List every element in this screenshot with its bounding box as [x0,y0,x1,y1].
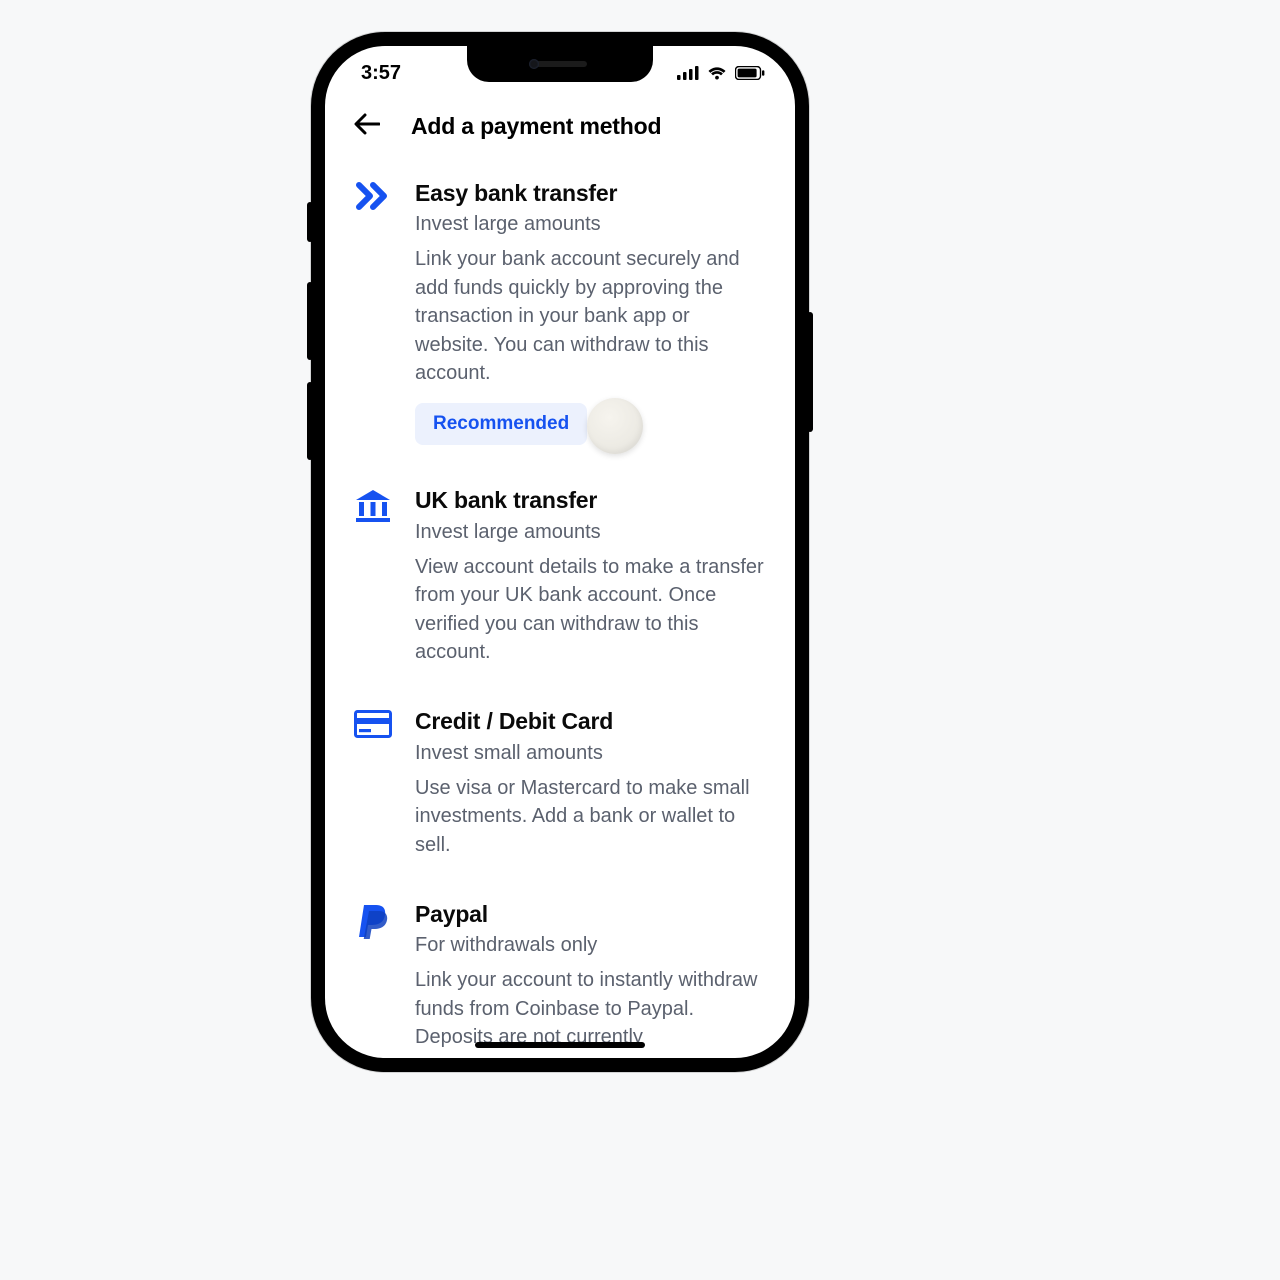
option-paypal[interactable]: Paypal For withdrawals only Link your ac… [347,885,773,1052]
home-indicator [475,1042,645,1048]
option-subtitle: For withdrawals only [415,933,767,958]
volume-down-button [307,382,313,460]
volume-mute-switch [307,202,313,242]
volume-up-button [307,282,313,360]
option-description: Link your account to instantly withdraw … [415,966,767,1051]
option-title: UK bank transfer [415,487,767,513]
wifi-icon [706,65,728,81]
cellular-signal-icon [677,66,699,80]
speaker-grill [533,61,587,67]
arrow-left-icon [354,113,380,140]
phone-screen: 3:57 [325,46,795,1058]
power-button [807,312,813,432]
option-description: View account details to make a transfer … [415,553,767,667]
option-title: Paypal [415,901,767,927]
front-camera [529,59,539,69]
option-easy-bank-transfer[interactable]: Easy bank transfer Invest large amounts … [347,164,773,471]
option-subtitle: Invest small amounts [415,741,767,766]
option-description: Use visa or Mastercard to make small inv… [415,774,767,859]
back-button[interactable] [351,110,383,142]
paypal-icon [356,903,390,946]
option-subtitle: Invest large amounts [415,520,767,545]
option-credit-debit-card[interactable]: Credit / Debit Card Invest small amounts… [347,692,773,885]
double-chevron-icon [355,182,391,215]
status-time: 3:57 [361,62,401,85]
page-title: Add a payment method [411,113,661,140]
option-subtitle: Invest large amounts [415,212,767,237]
payment-method-list: Easy bank transfer Invest large amounts … [325,158,795,1056]
option-description: Link your bank account securely and add … [415,245,767,387]
option-title: Credit / Debit Card [415,708,767,734]
phone-frame: 3:57 [311,32,809,1072]
bank-icon [355,489,391,528]
battery-icon [735,66,765,80]
nav-header: Add a payment method [325,100,795,158]
option-title: Easy bank transfer [415,180,767,206]
option-uk-bank-transfer[interactable]: UK bank transfer Invest large amounts Vi… [347,471,773,692]
device-notch [467,46,653,82]
credit-card-icon [354,710,392,743]
recommended-badge: Recommended [415,403,587,445]
